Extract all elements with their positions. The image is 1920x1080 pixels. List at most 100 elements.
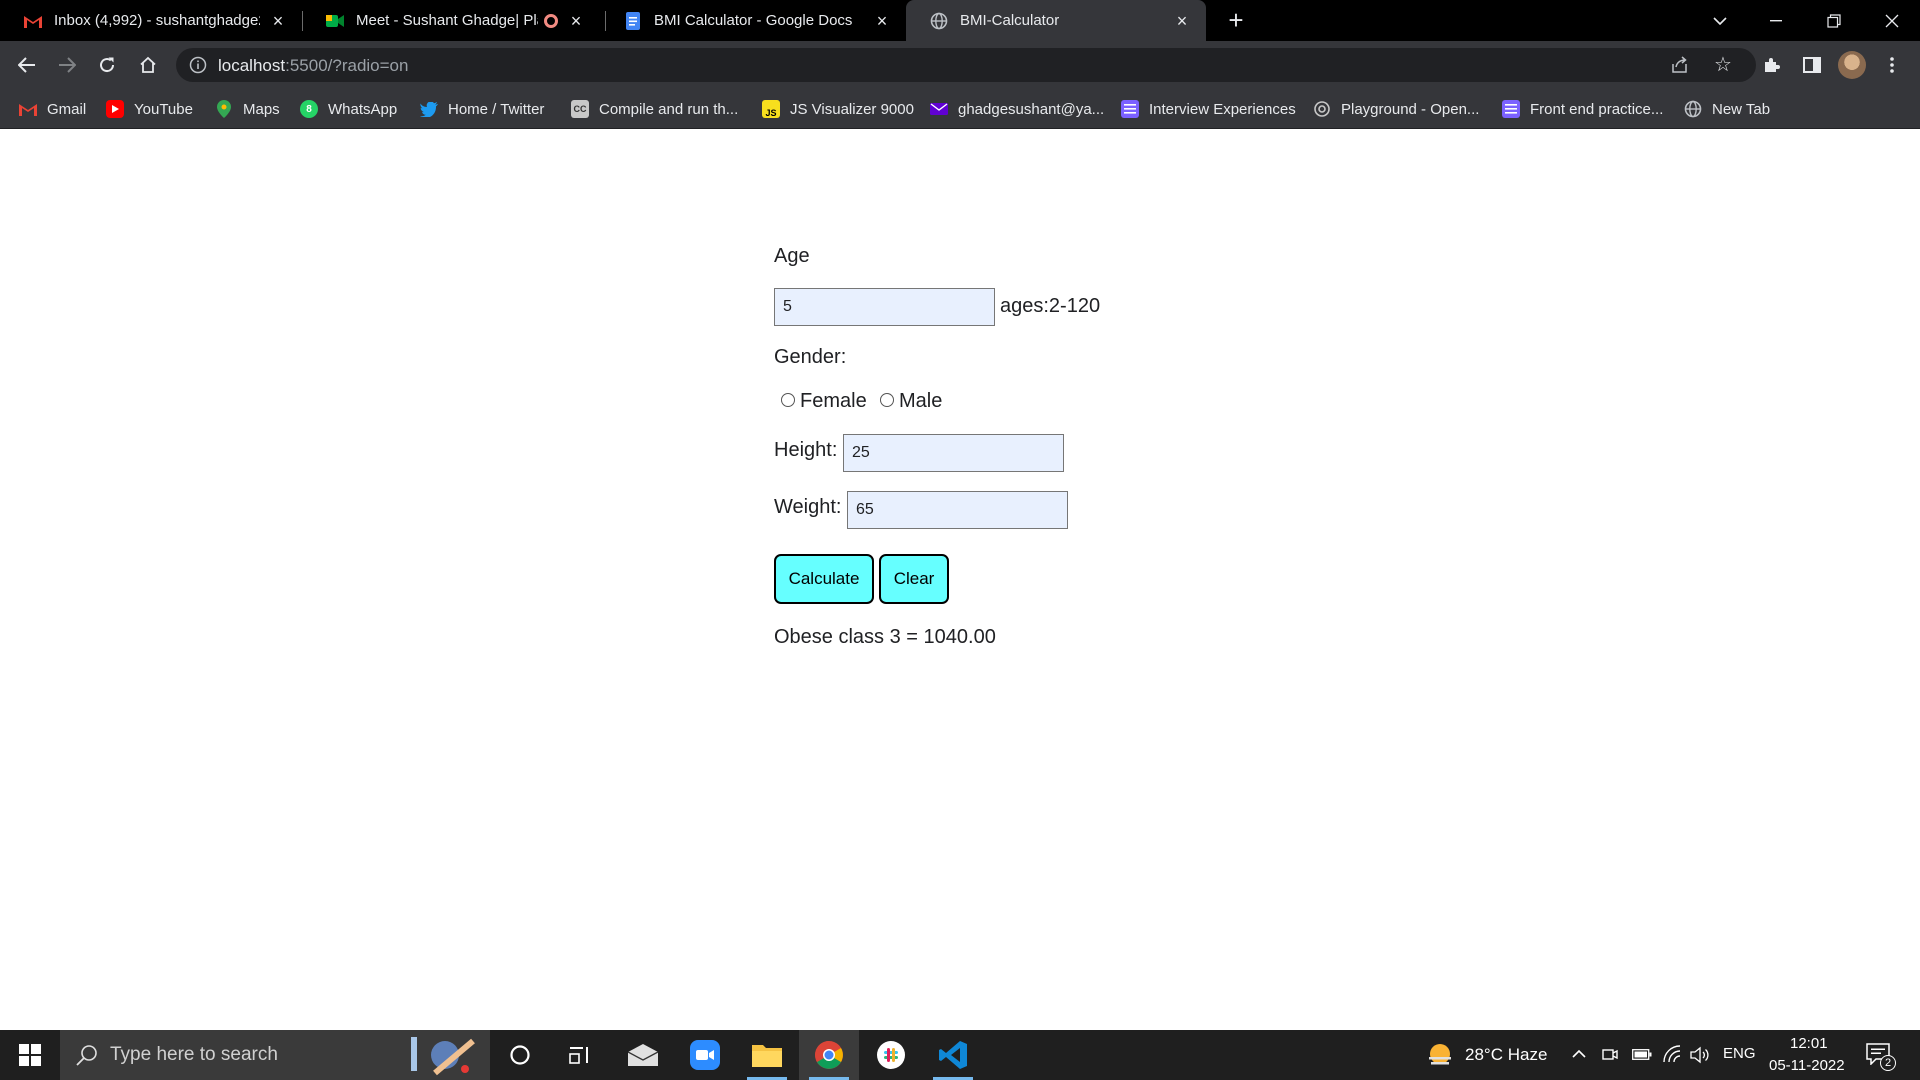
bookmark-star-icon[interactable]: ☆ (1712, 54, 1734, 76)
puzzle-icon (1765, 58, 1780, 72)
height-label: Height: (774, 439, 838, 461)
bookmark-maps[interactable]: Maps (215, 99, 280, 119)
wifi-icon[interactable] (1662, 1045, 1682, 1063)
zoom-app[interactable] (675, 1030, 735, 1080)
male-radio[interactable] (880, 393, 894, 407)
bookmark-twitter[interactable]: Home / Twitter (420, 99, 544, 119)
male-label[interactable]: Male (899, 390, 942, 413)
bookmark-label: JS Visualizer 9000 (790, 100, 914, 118)
weather-text[interactable]: 28°C Haze (1465, 1045, 1547, 1065)
home-icon (140, 56, 156, 73)
tab-docs[interactable]: BMI Calculator - Google Docs × (600, 0, 906, 41)
extensions-button[interactable] (1758, 51, 1786, 79)
bookmark-label: Compile and run th... (599, 100, 739, 118)
female-label[interactable]: Female (800, 390, 867, 413)
taskbar-search[interactable]: Type here to search (60, 1030, 490, 1080)
close-icon[interactable]: × (268, 11, 288, 31)
notification-center[interactable]: 2 (1866, 1043, 1896, 1071)
close-icon (1885, 14, 1899, 27)
slack-app[interactable] (861, 1030, 921, 1080)
height-input[interactable] (843, 434, 1064, 472)
url-host: localhost (218, 56, 286, 75)
bookmark-playground[interactable]: Playground - Open... (1313, 99, 1479, 119)
url-text[interactable]: localhost:5500/?radio=on (218, 56, 408, 76)
volume-icon[interactable] (1690, 1046, 1710, 1064)
cc-icon: CC (571, 100, 589, 118)
cortana-icon (510, 1045, 530, 1065)
url-path: :5500/?radio=on (285, 56, 409, 75)
list-icon (1502, 100, 1520, 118)
file-explorer-app[interactable] (737, 1030, 797, 1080)
search-placeholder: Type here to search (110, 1044, 278, 1065)
minimize-button[interactable] (1748, 0, 1804, 41)
home-button[interactable] (134, 51, 162, 79)
close-icon[interactable]: × (566, 11, 586, 31)
chrome-app[interactable] (799, 1030, 859, 1080)
weight-input[interactable] (847, 491, 1068, 529)
address-bar[interactable]: localhost:5500/?radio=on ☆ (176, 48, 1756, 82)
browser-toolbar: localhost:5500/?radio=on ☆ (0, 41, 1920, 89)
reload-button[interactable] (93, 51, 121, 79)
recording-icon (544, 13, 558, 28)
list-icon (1121, 100, 1139, 118)
notification-badge: 2 (1880, 1055, 1896, 1071)
weight-label: Weight: (774, 496, 842, 518)
close-icon[interactable]: × (1172, 11, 1192, 31)
globe-icon (930, 12, 948, 30)
clock-date[interactable]: 05-11-2022 (1769, 1057, 1845, 1074)
profile-avatar[interactable] (1838, 51, 1866, 79)
js-icon: JS (762, 100, 780, 118)
mail-app[interactable] (613, 1030, 673, 1080)
tab-search-button[interactable] (1692, 0, 1748, 41)
info-icon[interactable] (188, 55, 208, 75)
age-input[interactable] (774, 288, 995, 326)
bookmark-label: Home / Twitter (448, 100, 545, 118)
start-button[interactable] (0, 1030, 60, 1080)
bookmark-youtube[interactable]: YouTube (106, 99, 193, 119)
globe-icon (1684, 100, 1702, 118)
female-radio[interactable] (781, 393, 795, 407)
bookmark-yahoo-mail[interactable]: ghadgesushant@ya... (930, 99, 1104, 119)
bookmark-new-tab[interactable]: New Tab (1684, 99, 1770, 119)
language-indicator[interactable]: ENG (1723, 1045, 1756, 1062)
task-view-icon (569, 1047, 588, 1064)
chevron-up-icon[interactable] (1572, 1049, 1586, 1058)
minimize-icon (1770, 19, 1782, 21)
calculate-button[interactable]: Calculate (774, 554, 874, 604)
side-panel-button[interactable] (1798, 51, 1826, 79)
close-window-button[interactable] (1864, 0, 1920, 41)
bookmark-interview[interactable]: Interview Experiences (1121, 99, 1296, 119)
reload-icon (100, 57, 115, 73)
chrome-icon (815, 1041, 843, 1069)
weather-haze-icon (1429, 1044, 1451, 1065)
cortana-button[interactable] (490, 1030, 550, 1080)
close-icon[interactable]: × (872, 11, 892, 31)
task-view-button[interactable] (550, 1030, 610, 1080)
clear-button[interactable]: Clear (879, 554, 949, 604)
bookmark-label: Interview Experiences (1149, 100, 1296, 118)
whatsapp-icon: 8 (300, 100, 318, 118)
battery-icon[interactable] (1632, 1049, 1652, 1060)
bookmark-label: YouTube (134, 100, 193, 118)
share-icon[interactable] (1670, 55, 1690, 75)
menu-button[interactable] (1878, 51, 1906, 79)
tab-bmi-calculator[interactable]: BMI-Calculator × (906, 0, 1206, 41)
bookmark-js-visualizer[interactable]: JS JS Visualizer 9000 (762, 99, 914, 119)
new-tab-button[interactable]: + (1222, 6, 1250, 34)
restore-icon (1827, 13, 1841, 28)
clock-time[interactable]: 12:01 (1790, 1035, 1828, 1052)
meet-now-icon[interactable] (1602, 1046, 1618, 1064)
bookmark-frontend[interactable]: Front end practice... (1502, 99, 1663, 119)
bookmark-gmail[interactable]: Gmail (19, 99, 86, 119)
restore-button[interactable] (1806, 0, 1862, 41)
gender-label: Gender: (774, 346, 847, 368)
bookmark-label: Playground - Open... (1341, 100, 1480, 118)
bookmark-compile[interactable]: CC Compile and run th... (571, 99, 738, 119)
bookmark-whatsapp[interactable]: 8 WhatsApp (300, 99, 397, 119)
vscode-app[interactable] (923, 1030, 983, 1080)
tab-meet[interactable]: Meet - Sushant Ghadge| Plac × (302, 0, 600, 41)
back-button[interactable] (13, 51, 41, 79)
cricket-search-highlight-icon (411, 1037, 475, 1076)
forward-button[interactable] (53, 51, 81, 79)
tab-gmail[interactable]: Inbox (4,992) - sushantghadge20 × (0, 0, 302, 41)
